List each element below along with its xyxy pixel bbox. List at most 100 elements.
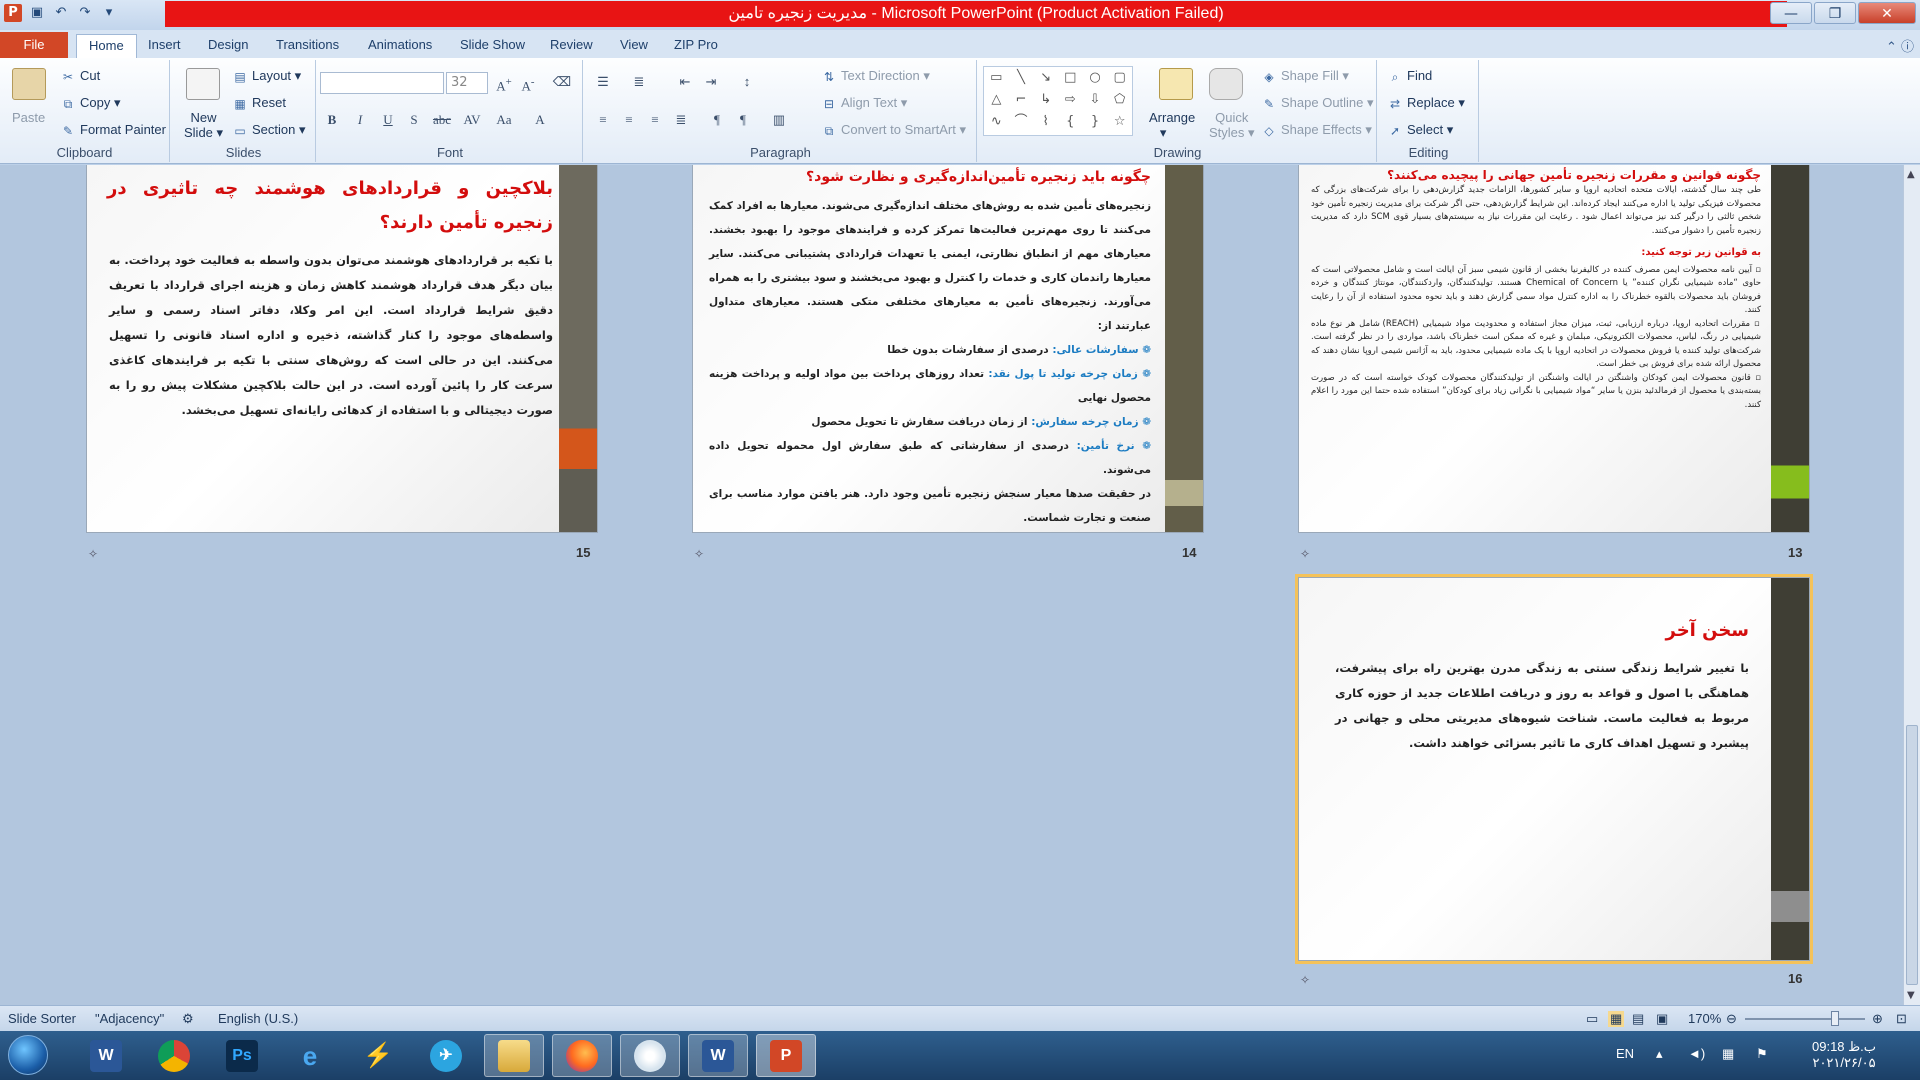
slide-sorter-view-icon[interactable]: ▦ — [1608, 1011, 1625, 1027]
taskbar-powerpoint[interactable]: P — [756, 1034, 816, 1077]
tab-review[interactable]: Review — [538, 34, 605, 58]
zoom-out-icon[interactable]: ⊖ — [1726, 1011, 1737, 1027]
taskbar-word-pinned[interactable]: W — [76, 1034, 136, 1077]
language-indicator[interactable]: English (U.S.) — [218, 1011, 298, 1026]
tab-slide-show[interactable]: Slide Show — [448, 34, 537, 58]
replace-button[interactable]: ⇄ Replace ▾ — [1387, 95, 1465, 111]
bold-icon[interactable]: B — [322, 110, 342, 130]
font-size-select[interactable]: 32 — [446, 72, 488, 94]
taskbar-chrome[interactable] — [144, 1034, 204, 1077]
shape-outline-button[interactable]: ✎ Shape Outline ▾ — [1261, 95, 1374, 111]
zoom-in-icon[interactable]: ⊕ — [1872, 1011, 1883, 1027]
curve-shape-icon[interactable]: ∿ — [984, 111, 1009, 133]
rounded-rect-shape-icon[interactable]: ▢ — [1107, 67, 1132, 89]
elbow-arrow-shape-icon[interactable]: ↳ — [1033, 89, 1058, 111]
transition-star-icon[interactable]: ✧ — [1300, 547, 1310, 561]
shapes-gallery[interactable]: ▭ ╲ ↘ □ ○ ▢ △ ⌐ ↳ ⇨ ⇩ ⬠ ∿ ⌒ ⌇{} ☆ — [983, 66, 1133, 136]
zoom-level[interactable]: 170% — [1688, 1011, 1721, 1026]
tab-design[interactable]: Design — [196, 34, 260, 58]
format-painter-button[interactable]: ✎ Format Painter — [60, 122, 166, 138]
scroll-thumb[interactable] — [1906, 725, 1918, 985]
layout-button[interactable]: ▤ Layout ▾ — [232, 68, 301, 84]
line-spacing-icon[interactable]: ↕ — [737, 72, 757, 92]
shrink-font-icon[interactable]: A- — [518, 72, 538, 93]
columns-icon[interactable]: ▥ — [769, 110, 789, 130]
font-name-select[interactable] — [320, 72, 444, 94]
strikethrough-icon[interactable]: abc — [432, 110, 452, 130]
bullets-icon[interactable]: ☰ — [593, 72, 613, 92]
close-button[interactable]: ✕ — [1858, 2, 1916, 24]
undo-icon[interactable]: ↶ — [52, 4, 70, 22]
increase-indent-icon[interactable]: ⇥ — [701, 72, 721, 92]
arc-shape-icon[interactable]: ⌒ — [1009, 111, 1034, 133]
character-spacing-icon[interactable]: AV — [462, 110, 482, 130]
brace-right-shape-icon[interactable]: } — [1083, 111, 1108, 133]
taskbar-explorer[interactable] — [484, 1034, 544, 1077]
zoom-slider-thumb[interactable] — [1831, 1011, 1839, 1026]
grow-font-icon[interactable]: A+ — [494, 72, 514, 93]
elbow-shape-icon[interactable]: ⌐ — [1009, 89, 1034, 111]
tab-transitions[interactable]: Transitions — [264, 34, 351, 58]
shape-effects-button[interactable]: ◇ Shape Effects ▾ — [1261, 122, 1371, 138]
tab-home[interactable]: Home — [76, 34, 137, 58]
right-arrow-shape-icon[interactable]: ⇨ — [1058, 89, 1083, 111]
tab-view[interactable]: View — [608, 34, 660, 58]
zoom-slider[interactable] — [1745, 1018, 1865, 1020]
reading-view-icon[interactable]: ▤ — [1632, 1011, 1644, 1027]
transition-star-icon[interactable]: ✧ — [1300, 973, 1310, 987]
volume-icon[interactable]: ◄) — [1688, 1046, 1705, 1061]
change-case-icon[interactable]: Aa — [494, 110, 514, 130]
normal-view-icon[interactable]: ▭ — [1586, 1011, 1598, 1027]
cut-button[interactable]: ✂ Cut — [60, 68, 100, 84]
quick-styles-icon[interactable] — [1209, 68, 1243, 100]
italic-icon[interactable]: I — [350, 110, 370, 130]
network-icon[interactable]: ▦ — [1722, 1046, 1734, 1062]
decrease-indent-icon[interactable]: ⇤ — [675, 72, 695, 92]
freeform-shape-icon[interactable]: ⌇ — [1033, 111, 1058, 133]
textbox-shape-icon[interactable]: ▭ — [984, 67, 1009, 89]
quick-styles-button[interactable]: Quick Styles ▾ — [1209, 110, 1255, 141]
triangle-shape-icon[interactable]: △ — [984, 89, 1009, 111]
star-shape-icon[interactable]: ☆ — [1107, 111, 1132, 133]
powerpoint-logo-icon[interactable]: P — [4, 4, 22, 22]
taskbar-flash[interactable]: ⚡ — [348, 1034, 408, 1077]
spellcheck-icon[interactable]: ⚙ — [182, 1011, 194, 1027]
help-icon[interactable]: ⌃ ⓘ — [1886, 36, 1914, 55]
underline-icon[interactable]: U — [378, 110, 398, 130]
arrange-icon[interactable] — [1159, 68, 1193, 100]
section-button[interactable]: ▭ Section ▾ — [232, 122, 305, 138]
tab-animations[interactable]: Animations — [356, 34, 444, 58]
transition-star-icon[interactable]: ✧ — [88, 547, 98, 561]
select-button[interactable]: ➚ Select ▾ — [1387, 122, 1453, 138]
oval-shape-icon[interactable]: ○ — [1083, 67, 1108, 89]
restore-button[interactable]: ❐ — [1814, 2, 1856, 24]
customize-qat-icon[interactable]: ▾ — [100, 4, 118, 22]
slide-sorter-pane[interactable]: بلاکچین و قراردادهای هوشمند چه تاثیری در… — [0, 165, 1903, 1005]
shadow-icon[interactable]: S — [404, 110, 424, 130]
arrow-shape-icon[interactable]: ↘ — [1033, 67, 1058, 89]
font-color-icon[interactable]: A — [530, 110, 550, 130]
taskbar-paint[interactable] — [620, 1034, 680, 1077]
text-direction-button[interactable]: ⇅ Text Direction ▾ — [821, 68, 930, 84]
align-text-button[interactable]: ⊟ Align Text ▾ — [821, 95, 907, 111]
justify-icon[interactable]: ≣ — [671, 110, 691, 130]
action-center-icon[interactable]: ⚑ — [1756, 1046, 1768, 1062]
line-shape-icon[interactable]: ╲ — [1009, 67, 1034, 89]
numbering-icon[interactable]: ≣ — [629, 72, 649, 92]
paste-icon[interactable] — [12, 68, 46, 100]
show-hidden-icons-icon[interactable]: ▴ — [1656, 1046, 1663, 1062]
reset-button[interactable]: ▦ Reset — [232, 95, 286, 111]
brace-left-shape-icon[interactable]: { — [1058, 111, 1083, 133]
taskbar-firefox[interactable] — [552, 1034, 612, 1077]
down-arrow-shape-icon[interactable]: ⇩ — [1083, 89, 1108, 111]
vertical-scrollbar[interactable]: ▲ ▼ — [1903, 165, 1920, 1005]
minimize-button[interactable]: — — [1770, 2, 1812, 24]
rect-shape-icon[interactable]: □ — [1058, 67, 1083, 89]
ltr-icon[interactable]: ¶ — [733, 110, 753, 130]
tab-insert[interactable]: Insert — [136, 34, 193, 58]
slide-thumbnail-14[interactable]: چگونه باید زنجیره تأمین‌اندازه‌گیری و نظ… — [692, 165, 1204, 533]
align-center-icon[interactable]: ≡ — [619, 110, 639, 130]
taskbar-telegram[interactable]: ✈ — [416, 1034, 476, 1077]
slide-thumbnail-15[interactable]: بلاکچین و قراردادهای هوشمند چه تاثیری در… — [86, 165, 598, 533]
tab-file[interactable]: File — [0, 32, 68, 58]
